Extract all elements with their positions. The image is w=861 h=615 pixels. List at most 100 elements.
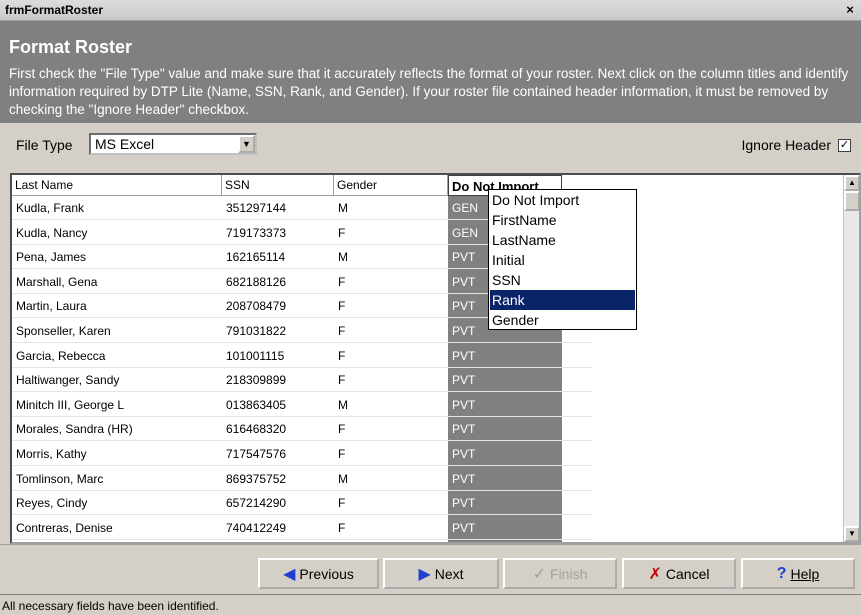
cell-gender: F [338, 422, 346, 437]
question-icon: ? [776, 564, 787, 582]
column-type-dropdown[interactable]: Do Not Import FirstName LastName Initial… [488, 189, 637, 330]
table-row[interactable]: Minitch III, George L 013863405 M PVT [12, 393, 592, 417]
checkmark-icon: ✓ [532, 565, 547, 583]
dropdown-option[interactable]: Do Not Import [490, 190, 635, 210]
cell-ssn: 208708479 [226, 299, 287, 314]
cell-gender: F [338, 373, 346, 388]
button-bar: ◀ Previous ▶ Next ✓ Finish ✗ Cancel ? He… [0, 544, 861, 594]
cell-rank: PVT [452, 520, 476, 535]
cell-last-name: Morris, Kathy [16, 447, 87, 461]
window-title: frmFormatRoster [5, 3, 104, 17]
finish-button[interactable]: ✓ Finish [503, 558, 617, 589]
cell-ssn: 162165114 [226, 250, 286, 265]
cell-rank: PVT [452, 373, 476, 388]
help-label: Help [790, 565, 820, 582]
table-row[interactable]: Morales, Sandra (HR) 616468320 F PVT [12, 417, 592, 442]
column-header-ssn[interactable]: SSN [222, 175, 334, 196]
cell-rank: PVT [452, 274, 476, 289]
cell-gender: F [338, 496, 346, 511]
options-bar: File Type MS Excel ▼ Ignore Header ✓ [0, 123, 861, 173]
next-button[interactable]: ▶ Next [383, 558, 499, 589]
cell-rank: PVT [452, 447, 476, 461]
previous-button[interactable]: ◀ Previous [258, 558, 379, 589]
cell-last-name: Kudla, Nancy [16, 225, 88, 240]
table-row[interactable]: Morris, Kathy 717547576 F PVT [12, 442, 592, 466]
cell-gender: F [338, 447, 346, 461]
vertical-scrollbar[interactable]: ▲ ▼ [843, 175, 859, 542]
cell-last-name: Minitch III, George L [16, 397, 125, 412]
x-icon: ✗ [648, 565, 662, 583]
cell-rank: PVT [452, 422, 476, 437]
column-header-gender[interactable]: Gender [334, 175, 448, 196]
file-type-label: File Type [16, 137, 73, 153]
cell-ssn: 657214290 [226, 496, 287, 511]
cell-gender: M [338, 471, 348, 486]
cell-gender: F [338, 225, 346, 240]
close-icon[interactable]: × [842, 2, 858, 18]
cell-last-name: Sponseller, Karen [16, 324, 111, 338]
cell-ssn: 869375752 [226, 471, 287, 486]
table-row[interactable]: Garcia, Rebecca 101001115 F PVT [12, 344, 592, 368]
cell-last-name: Marshall, Gena [16, 274, 98, 289]
table-row[interactable]: Tomlinson, Marc 869375752 M PVT [12, 467, 592, 491]
cell-last-name: Tomlinson, Marc [16, 471, 104, 486]
finish-label: Finish [550, 565, 588, 582]
column-header-last-name[interactable]: Last Name [12, 175, 222, 196]
cell-ssn: 682188126 [226, 274, 287, 289]
table-row[interactable]: Contreras, Denise 740412249 F PVT [12, 516, 592, 540]
cell-rank: GEN [452, 201, 479, 215]
cell-gender: F [338, 324, 346, 338]
instructions-text: First check the "File Type" value and ma… [9, 66, 849, 117]
cell-gender: M [338, 397, 348, 412]
cell-last-name: Garcia, Rebecca [16, 348, 106, 363]
cell-rank: GEN [452, 225, 479, 240]
status-text: All necessary fields have been identifie… [2, 599, 219, 613]
ignore-header-label: Ignore Header [741, 137, 831, 153]
cell-last-name: Contreras, Denise [16, 520, 113, 535]
cancel-label: Cancel [665, 565, 710, 582]
cell-last-name: Martin, Laura [16, 299, 87, 314]
cell-rank: PVT [452, 299, 476, 314]
cell-last-name: Haltiwanger, Sandy [16, 373, 120, 388]
arrow-left-icon: ◀ [283, 565, 296, 583]
cell-gender: M [338, 250, 348, 265]
cell-gender: F [338, 274, 346, 289]
next-label: Next [434, 565, 464, 582]
cell-gender: F [338, 520, 346, 535]
chevron-down-icon[interactable]: ▼ [238, 135, 255, 153]
cell-last-name: Reyes, Cindy [16, 496, 88, 511]
cell-ssn: 101001115 [226, 348, 285, 363]
dropdown-option[interactable]: Initial [490, 250, 635, 270]
cell-rank: PVT [452, 496, 476, 511]
cell-rank: PVT [452, 397, 476, 412]
cell-gender: F [338, 299, 346, 314]
page-title: Format Roster [9, 37, 133, 57]
cell-ssn: 218309899 [226, 373, 287, 388]
dropdown-option[interactable]: Gender [490, 310, 635, 330]
file-type-select[interactable]: MS Excel ▼ [89, 133, 257, 155]
roster-grid: Last Name SSN Gender Do Not Import Kudla… [10, 173, 861, 544]
cell-ssn: 351297144 [226, 201, 287, 215]
scroll-thumb[interactable] [844, 191, 859, 211]
cell-rank: PVT [452, 348, 476, 363]
instructions-header: Format Roster First check the "File Type… [0, 21, 861, 123]
scroll-up-icon[interactable]: ▲ [844, 175, 859, 191]
dropdown-option-selected[interactable]: Rank [490, 290, 635, 310]
cell-ssn: 013863405 [226, 397, 287, 412]
table-row[interactable]: Reyes, Cindy 657214290 F PVT [12, 491, 592, 516]
cell-rank: PVT [452, 324, 476, 338]
dropdown-option[interactable]: LastName [490, 230, 635, 250]
cancel-button[interactable]: ✗ Cancel [622, 558, 736, 589]
ignore-header-checkbox[interactable]: ✓ [838, 139, 851, 152]
cell-last-name: Morales, Sandra (HR) [16, 422, 133, 437]
dropdown-option[interactable]: SSN [490, 270, 635, 290]
scroll-down-icon[interactable]: ▼ [844, 526, 859, 542]
table-row[interactable]: Haltiwanger, Sandy 218309899 F PVT [12, 368, 592, 393]
cell-ssn: 791031822 [226, 324, 287, 338]
help-button[interactable]: ? Help [741, 558, 855, 589]
dropdown-option[interactable]: FirstName [490, 210, 635, 230]
previous-label: Previous [299, 565, 354, 582]
title-bar: frmFormatRoster × [0, 0, 861, 21]
cell-gender: F [338, 348, 346, 363]
cell-ssn: 717547576 [226, 447, 287, 461]
